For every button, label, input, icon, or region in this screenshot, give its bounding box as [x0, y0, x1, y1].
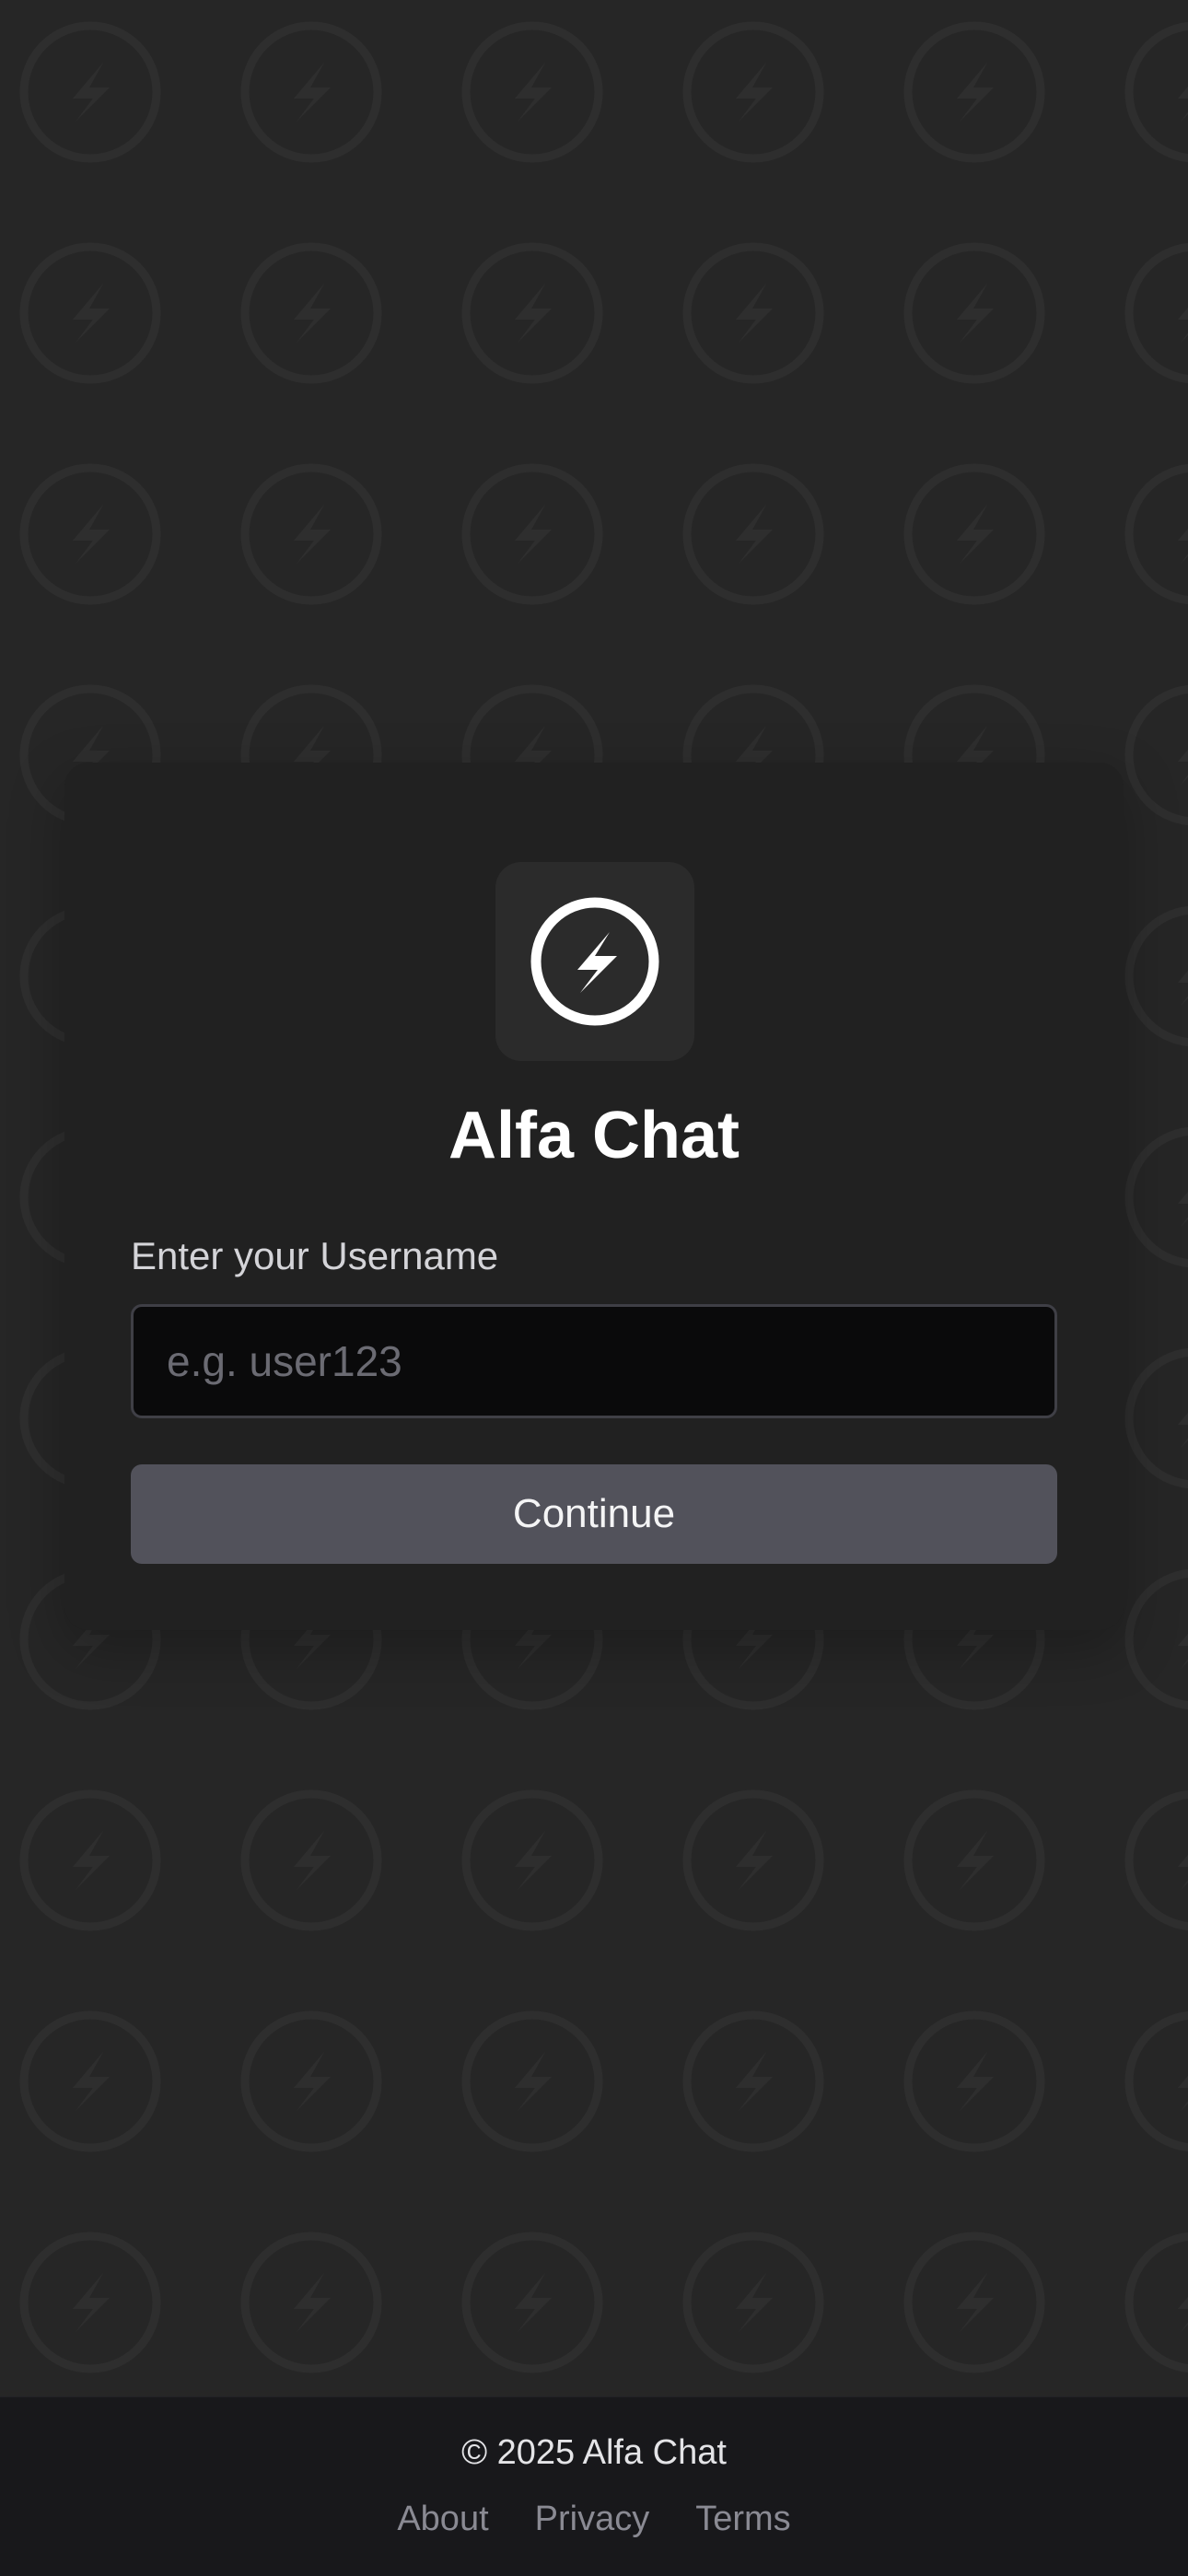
- bolt-circle-icon: [530, 897, 659, 1026]
- continue-button[interactable]: Continue: [131, 1464, 1057, 1564]
- app-title: Alfa Chat: [448, 1099, 740, 1172]
- username-label: Enter your Username: [131, 1234, 499, 1277]
- username-input[interactable]: [131, 1304, 1057, 1418]
- footer-nav: About Privacy Terms: [0, 2495, 1188, 2543]
- footer-link-terms[interactable]: Terms: [695, 2495, 790, 2543]
- app-logo: [495, 862, 694, 1061]
- copyright-text: © 2025 Alfa Chat: [461, 2433, 727, 2472]
- login-card: Alfa Chat Enter your Username Continue: [64, 763, 1124, 1630]
- footer: © 2025 Alfa Chat About Privacy Terms: [0, 2396, 1188, 2576]
- footer-link-privacy[interactable]: Privacy: [535, 2495, 650, 2543]
- footer-link-about[interactable]: About: [397, 2495, 488, 2543]
